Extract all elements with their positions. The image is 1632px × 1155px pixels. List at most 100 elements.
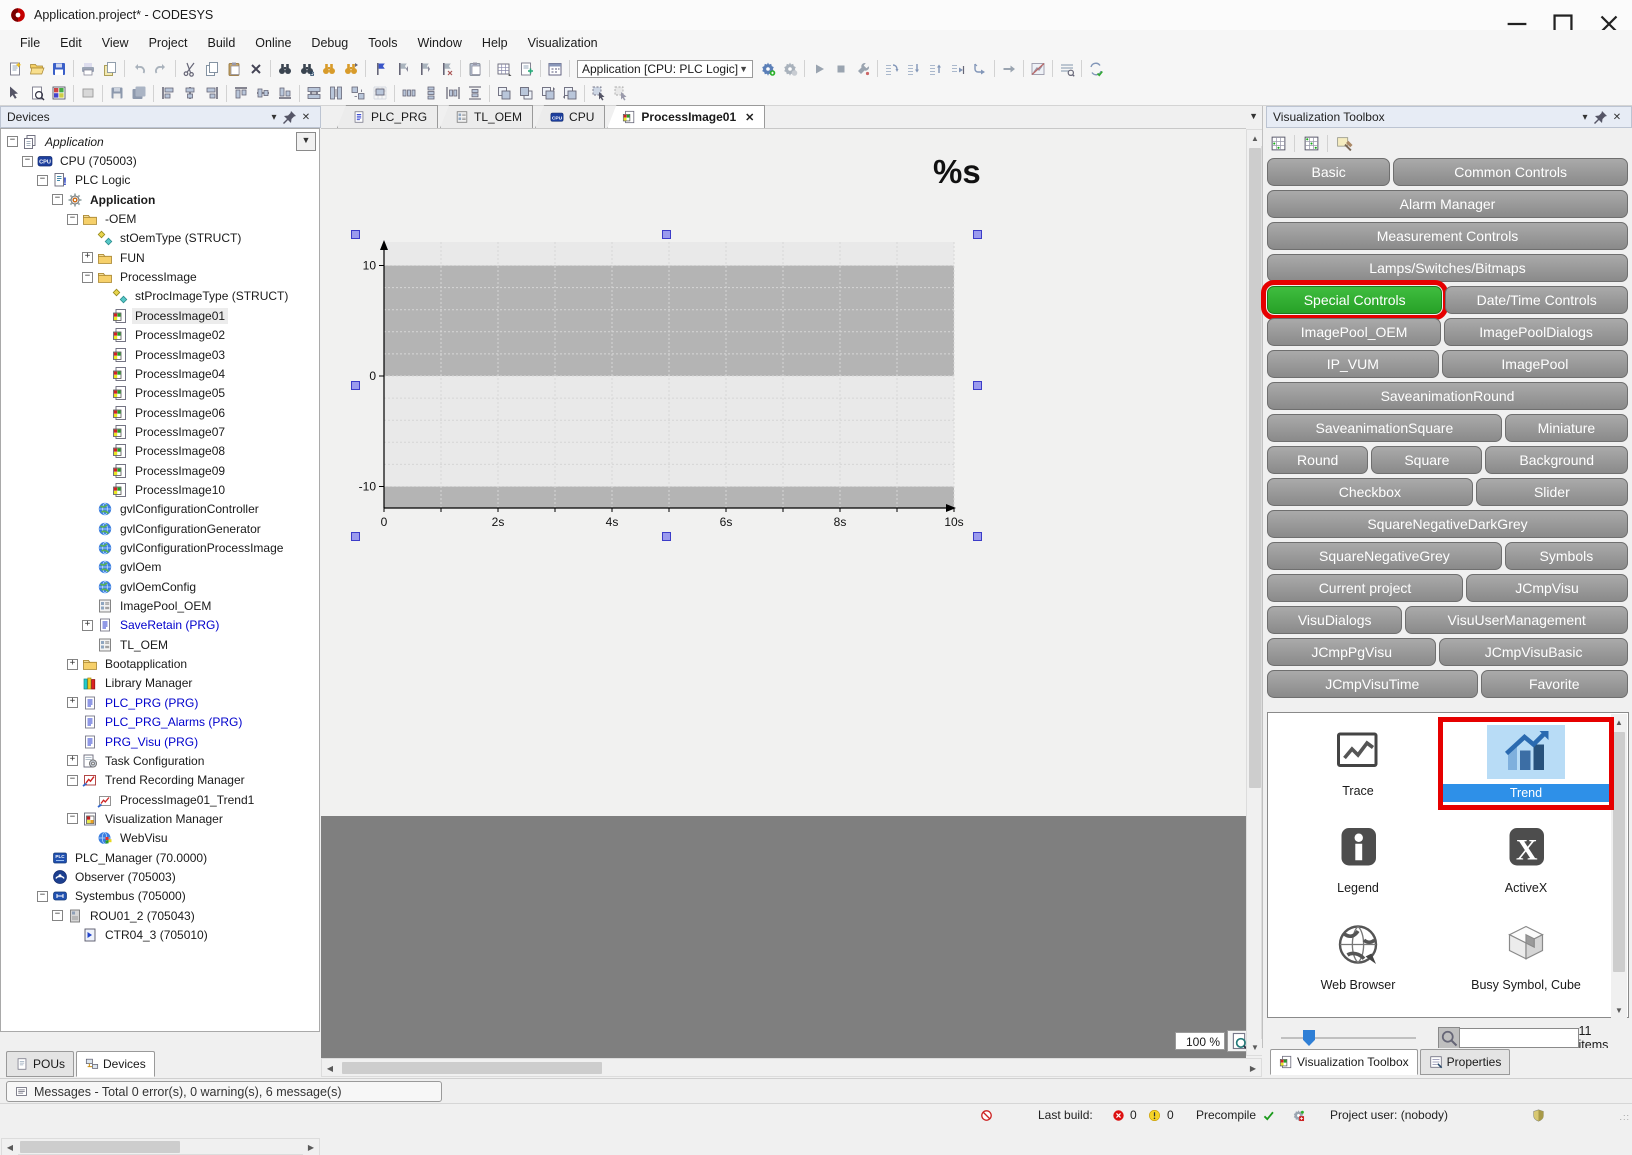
distribute-vertical-icon[interactable] — [420, 83, 442, 104]
trend-title-text[interactable]: %s — [933, 153, 981, 191]
find-icon[interactable] — [274, 58, 296, 79]
menu-online[interactable]: Online — [245, 30, 301, 56]
editor-tab-plc-prg[interactable]: PLC_PRG — [337, 105, 438, 128]
tree-item-oem[interactable]: −-OEM — [1, 209, 320, 228]
category-favorite[interactable]: Favorite — [1481, 670, 1628, 698]
devices-horizontal-scrollbar[interactable]: ◀ ▶ — [1, 1138, 320, 1155]
category-ip-vum[interactable]: IP_VUM — [1267, 350, 1439, 378]
tree-item-imagepool-oem[interactable]: ImagePool_OEM — [1, 596, 320, 615]
align-left-icon[interactable] — [157, 83, 179, 104]
tree-item-processimage[interactable]: −ProcessImage — [1, 267, 320, 286]
align-center-horizontal-icon[interactable] — [179, 83, 201, 104]
send-to-back-icon[interactable] — [515, 83, 537, 104]
chevron-down-icon[interactable]: ▾ — [1577, 109, 1593, 125]
make-same-height-icon[interactable] — [325, 83, 347, 104]
tree-item-processimage02[interactable]: ProcessImage02 — [1, 326, 320, 345]
tree-item-ctr04-3-705010[interactable]: CTR04_3 (705010) — [1, 925, 320, 944]
run-to-cursor-icon[interactable] — [947, 58, 969, 79]
menu-file[interactable]: File — [10, 30, 50, 56]
send-backward-icon[interactable] — [559, 83, 581, 104]
align-middle-vertical-icon[interactable] — [252, 83, 274, 104]
toolbox-item-trace[interactable]: Trace — [1278, 725, 1438, 798]
bring-to-front-icon[interactable] — [493, 83, 515, 104]
tree-item-processimage01[interactable]: ProcessImage01 — [1, 306, 320, 325]
editor-tab-cpu[interactable]: CPUCPU — [535, 105, 605, 128]
search-input[interactable] — [1460, 1028, 1579, 1048]
select-visualization-icon[interactable] — [4, 83, 26, 104]
align-bottom-icon[interactable] — [274, 83, 296, 104]
tree-item-processimage10[interactable]: ProcessImage10 — [1, 480, 320, 499]
tree-item-observer-705003[interactable]: Observer (705003) — [1, 867, 320, 886]
category-basic[interactable]: Basic — [1267, 158, 1390, 186]
category-measurement-controls[interactable]: Measurement Controls — [1267, 222, 1628, 250]
category-jcmppgvisu[interactable]: JCmpPgVisu — [1267, 638, 1436, 666]
scroll-up-icon[interactable]: ▲ — [1611, 714, 1627, 730]
scroll-right-icon[interactable]: ▶ — [1245, 1060, 1261, 1076]
replace-all-yellow-icon[interactable] — [340, 58, 362, 79]
close-icon[interactable]: ✕ — [745, 111, 754, 124]
tree-item-stprocimagetype-struct[interactable]: stProcImageType (STRUCT) — [1, 287, 320, 306]
expand-icon[interactable]: + — [67, 697, 78, 708]
scroll-down-icon[interactable]: ▼ — [1247, 1039, 1263, 1055]
search-all-yellow-icon[interactable] — [318, 58, 340, 79]
tree-item-stoemtype-struct[interactable]: stOemType (STRUCT) — [1, 229, 320, 248]
tree-item-bootapplication[interactable]: +Bootapplication — [1, 654, 320, 673]
messages-panel-tab[interactable]: Messages - Total 0 error(s), 0 warning(s… — [6, 1081, 442, 1102]
collapse-icon[interactable]: − — [67, 813, 78, 824]
tree-item-application[interactable]: −Application — [1, 132, 320, 151]
redo-icon[interactable] — [150, 58, 172, 79]
scrollbar-thumb[interactable] — [342, 1062, 602, 1074]
category-current-project[interactable]: Current project — [1267, 574, 1463, 602]
category-background[interactable]: Background — [1485, 446, 1628, 474]
tree-item-task-configuration[interactable]: +Task Configuration — [1, 751, 320, 770]
menu-edit[interactable]: Edit — [50, 30, 92, 56]
category-saveanimationsquare[interactable]: SaveanimationSquare — [1267, 414, 1502, 442]
selection-handle[interactable] — [351, 381, 360, 390]
tab-visualization-toolbox[interactable]: Visualization Toolbox — [1270, 1049, 1418, 1075]
start-icon[interactable] — [808, 58, 830, 79]
tree-item-gvloemconfig[interactable]: gvlOemConfig — [1, 577, 320, 596]
flow-control-icon[interactable] — [969, 58, 991, 79]
editor-vertical-scrollbar[interactable]: ▲ ▼ — [1246, 129, 1262, 1056]
equal-spacing-horizontal-icon[interactable] — [442, 83, 464, 104]
tree-item-plc-logic[interactable]: −!PLC Logic — [1, 171, 320, 190]
toolbox-item-busy-symbol-cube[interactable]: Busy Symbol, Cube — [1446, 919, 1606, 992]
copy-project-icon[interactable] — [99, 58, 121, 79]
cut-icon[interactable] — [179, 58, 201, 79]
goto-position-icon[interactable] — [998, 58, 1020, 79]
logout-icon[interactable] — [779, 58, 801, 79]
scroll-up-icon[interactable]: ▲ — [1247, 130, 1263, 146]
toolbox-item-legend[interactable]: Legend — [1278, 822, 1438, 895]
visualization-canvas[interactable]: %s 100-1002s4s6s8s10s — [321, 129, 1246, 816]
tree-item-processimage03[interactable]: ProcessImage03 — [1, 345, 320, 364]
copy-icon[interactable] — [201, 58, 223, 79]
customize-hammer-icon[interactable] — [1333, 133, 1355, 154]
zoom-visualization-icon[interactable] — [26, 83, 48, 104]
tab-pous[interactable]: POUs — [6, 1051, 74, 1077]
tree-item-processimage07[interactable]: ProcessImage07 — [1, 422, 320, 441]
tree-item-processimage06[interactable]: ProcessImage06 — [1, 403, 320, 422]
close-button[interactable] — [1586, 0, 1632, 30]
expand-icon[interactable]: + — [67, 755, 78, 766]
category-squarenegativegrey[interactable]: SquareNegativeGrey — [1267, 542, 1502, 570]
tab-properties[interactable]: Properties — [1420, 1049, 1511, 1075]
tab-devices[interactable]: Devices — [76, 1051, 155, 1077]
category-slider[interactable]: Slider — [1476, 478, 1628, 506]
step-out-icon[interactable] — [925, 58, 947, 79]
category-miniature[interactable]: Miniature — [1505, 414, 1628, 442]
category-checkbox[interactable]: Checkbox — [1267, 478, 1473, 506]
resize-grip[interactable]: .:: — [1619, 1112, 1630, 1122]
toolbox-item-web-browser[interactable]: Web Browser — [1278, 919, 1438, 992]
scroll-left-icon[interactable]: ◀ — [2, 1139, 18, 1155]
tree-item-gvlconfigurationgenerator[interactable]: gvlConfigurationGenerator — [1, 519, 320, 538]
zoom-level[interactable]: 100 % — [1175, 1032, 1225, 1050]
print-icon[interactable] — [77, 58, 99, 79]
collapse-icon[interactable]: − — [52, 910, 63, 921]
category-imagepool-oem[interactable]: ImagePool_OEM — [1267, 318, 1441, 346]
scroll-down-icon[interactable]: ▼ — [1611, 1002, 1627, 1018]
selection-handle[interactable] — [973, 532, 982, 541]
tree-item-gvlconfigurationprocessimage[interactable]: gvlConfigurationProcessImage — [1, 538, 320, 557]
tree-item-processimage09[interactable]: ProcessImage09 — [1, 461, 320, 480]
tree-item-processimage04[interactable]: ProcessImage04 — [1, 364, 320, 383]
tree-item-application[interactable]: −Application — [1, 190, 320, 209]
